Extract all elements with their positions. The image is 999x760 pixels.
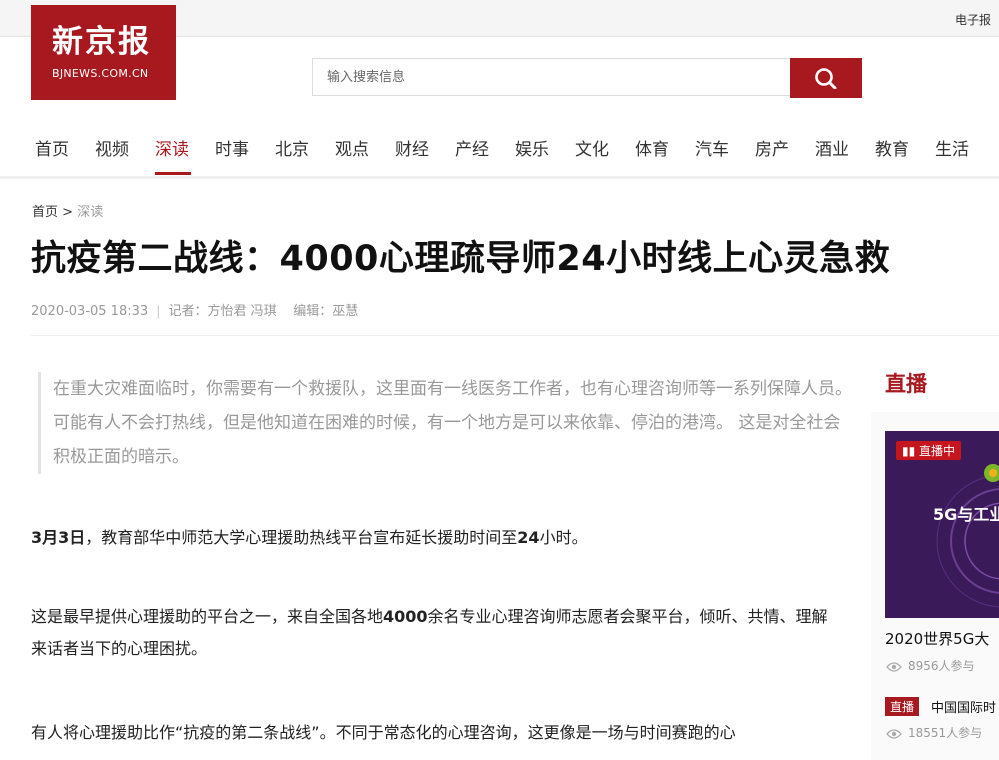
live-section-title: 直播	[885, 372, 927, 396]
p1-text-1: ，教育部华中师范大学心理援助热线平台宣布延长援助时间至	[85, 528, 518, 547]
nav-item-life[interactable]: 生活	[935, 135, 969, 160]
nav-active-underline	[155, 172, 191, 175]
p1-date: 3月3日	[31, 528, 86, 547]
search-input[interactable]	[313, 59, 790, 95]
nav-item-entertainment[interactable]: 娱乐	[515, 135, 549, 160]
eye-icon	[886, 729, 902, 739]
main-nav: 首页 视频 深读 时事 北京 观点 财经 产经 娱乐 文化 体育 汽车 房产 酒…	[0, 120, 999, 179]
p1-text-2: 小时。	[539, 528, 588, 547]
search-button[interactable]	[790, 58, 862, 98]
live-now-label: 直播中	[919, 444, 956, 458]
nav-item-finance[interactable]: 财经	[395, 135, 429, 160]
live-item-2-count: 18551人参与	[886, 724, 982, 741]
live-item-count: 8956人参与	[886, 657, 975, 674]
live-item-title[interactable]: 2020世界5G大	[885, 628, 989, 649]
nav-item-news[interactable]: 时事	[215, 135, 249, 160]
p1-hours: 24	[517, 528, 540, 547]
epaper-link[interactable]: 电子报	[955, 11, 991, 28]
logo-sub-text: BJNEWS.COM.CN	[52, 67, 149, 80]
nav-item-beijing[interactable]: 北京	[275, 135, 309, 160]
breadcrumb-current[interactable]: 深读	[77, 205, 103, 220]
play-icon: ▮▮	[902, 444, 920, 458]
logo-main-text: 新京报	[52, 24, 151, 60]
nav-item-sports[interactable]: 体育	[635, 135, 669, 160]
breadcrumb-separator: >	[62, 205, 74, 220]
article-paragraph-1: 3月3日，教育部华中师范大学心理援助热线平台宣布延长援助时间至24小时。	[31, 522, 831, 554]
article-meta: 2020-03-05 18:33 | 记者：方怡君 冯琪 编辑：巫慧	[31, 300, 358, 319]
article-date: 2020-03-05 18:33	[31, 304, 149, 319]
search-icon	[815, 68, 837, 89]
live-now-badge: ▮▮ 直播中	[896, 441, 962, 460]
header-divider	[31, 335, 999, 336]
eye-icon	[886, 662, 902, 672]
live-item-2-title[interactable]: 中国国际时	[931, 697, 996, 716]
nav-item-opinion[interactable]: 观点	[335, 135, 369, 160]
participant-count-2: 18551人参与	[908, 726, 983, 740]
breadcrumb: 首页 > 深读	[32, 201, 103, 220]
article-title: 抗疫第二战线：4000心理疏导师24小时线上心灵急救	[31, 239, 891, 279]
nav-item-auto[interactable]: 汽车	[695, 135, 729, 160]
meta-divider: |	[156, 304, 161, 319]
article-editor: 编辑：巫慧	[293, 304, 359, 319]
breadcrumb-home[interactable]: 首页	[32, 205, 58, 220]
article-paragraph-2: 这是最早提供心理援助的平台之一，来自全国各地4000余名专业心理咨询师志愿者会聚…	[31, 601, 831, 665]
nav-item-realestate[interactable]: 房产	[755, 135, 789, 160]
nav-item-culture[interactable]: 文化	[575, 135, 609, 160]
p2-count: 4000	[383, 607, 428, 626]
nav-item-video[interactable]: 视频	[95, 135, 129, 160]
nav-item-home[interactable]: 首页	[35, 135, 69, 160]
live-badge: 直播	[885, 697, 920, 716]
site-logo[interactable]: 新京报 BJNEWS.COM.CN	[31, 5, 176, 100]
p2-text-1: 这是最早提供心理援助的平台之一，来自全国各地	[31, 607, 384, 626]
live-thumbnail[interactable]: ▮▮ 直播中 5G与工业	[885, 431, 999, 618]
participant-count: 8956人参与	[908, 659, 975, 673]
nav-item-education[interactable]: 教育	[875, 135, 909, 160]
nav-item-deep[interactable]: 深读	[155, 135, 189, 160]
thumbnail-caption: 5G与工业	[933, 505, 999, 524]
article-quote: 在重大灾难面临时，你需要有一个救援队，这里面有一线医务工作者，也有心理咨询师等一…	[38, 372, 853, 474]
article-reporter: 记者：方怡君 冯琪	[168, 304, 277, 319]
article-paragraph-3: 有人将心理援助比作“抗疫的第二条战线”。不同于常态化的心理咨询，这更像是一场与时…	[31, 723, 736, 742]
nav-item-liquor[interactable]: 酒业	[815, 135, 849, 160]
search-box	[312, 58, 790, 96]
nav-item-industry[interactable]: 产经	[455, 135, 489, 160]
